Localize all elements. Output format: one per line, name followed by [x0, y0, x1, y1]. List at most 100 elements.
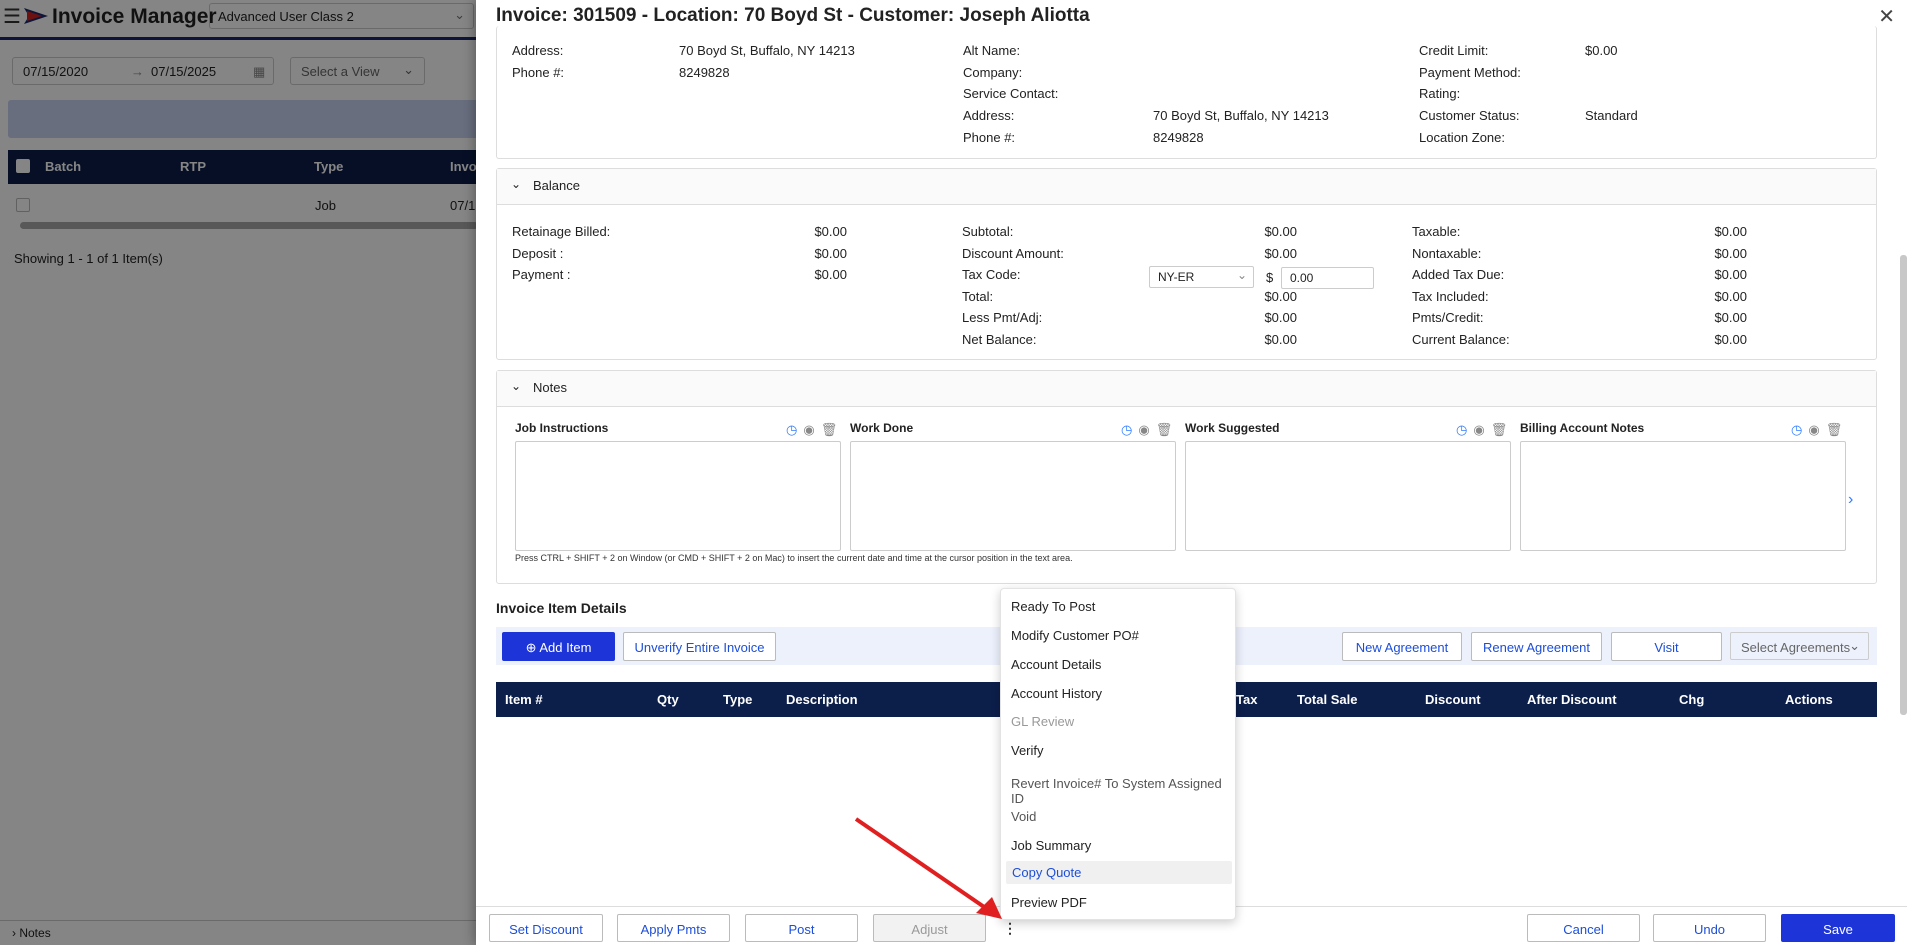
history-icon[interactable]: ◷	[1456, 422, 1467, 437]
tax-code-value: NY-ER	[1158, 270, 1195, 284]
billing-notes-textarea[interactable]	[1520, 441, 1846, 551]
taxable-value: $0.00	[1714, 224, 1747, 239]
chevron-right-icon[interactable]: ›	[1848, 491, 1853, 509]
unverify-button[interactable]: Unverify Entire Invoice	[623, 632, 776, 661]
close-icon[interactable]: ✕	[1878, 4, 1895, 29]
save-button[interactable]: Save	[1781, 914, 1895, 942]
apply-pmts-button[interactable]: Apply Pmts	[617, 914, 730, 942]
col-item-number: Item #	[505, 692, 543, 707]
tax-amount-input[interactable]: 0.00	[1281, 267, 1374, 289]
undo-button[interactable]: Undo	[1653, 914, 1766, 942]
work-suggested-textarea[interactable]	[1185, 441, 1511, 551]
history-icon[interactable]: ◷	[1121, 422, 1132, 437]
location-phone-label: Phone #:	[512, 65, 565, 80]
customer-status-label: Customer Status:	[1419, 108, 1520, 123]
menu-verify[interactable]: Verify	[1011, 743, 1044, 758]
pmts-credit-label: Pmts/Credit:	[1412, 310, 1484, 325]
payment-method-label: Payment Method:	[1419, 65, 1521, 80]
payment-value: $0.00	[814, 267, 847, 282]
company-label: Company:	[963, 65, 1023, 80]
tax-code-select[interactable]: NY-ER ⌄	[1149, 266, 1254, 288]
menu-preview-pdf[interactable]: Preview PDF	[1011, 895, 1087, 910]
current-balance-value: $0.00	[1714, 332, 1747, 347]
payment-label: Payment :	[512, 267, 571, 282]
added-tax-label: Added Tax Due:	[1412, 267, 1505, 282]
retainage-value: $0.00	[814, 224, 847, 239]
less-pmt-value: $0.00	[1264, 310, 1297, 325]
alt-name-label: Alt Name:	[963, 43, 1021, 58]
job-instructions-icons: ◷ ◉ 🗑	[786, 422, 843, 438]
trash-icon[interactable]: 🗑	[821, 422, 838, 437]
col-description: Description	[786, 692, 858, 707]
nontaxable-value: $0.00	[1714, 246, 1747, 261]
panel-title: Invoice: 301509 - Location: 70 Boyd St -…	[496, 5, 1090, 26]
taxable-label: Taxable:	[1412, 224, 1461, 239]
total-label: Total:	[962, 289, 994, 304]
tax-included-value: $0.00	[1714, 289, 1747, 304]
new-agreement-button[interactable]: New Agreement	[1342, 632, 1462, 661]
col-actions: Actions	[1785, 692, 1833, 707]
billing-notes-label: Billing Account Notes	[1520, 421, 1645, 435]
work-done-icons: ◷ ◉ 🗑	[1121, 422, 1178, 438]
add-item-button[interactable]: ⊕ Add Item	[502, 632, 615, 661]
credit-limit-label: Credit Limit:	[1419, 43, 1489, 58]
customer-phone-label: Phone #:	[963, 130, 1016, 145]
tax-currency: $	[1266, 270, 1274, 285]
renew-agreement-button[interactable]: Renew Agreement	[1471, 632, 1602, 661]
menu-void[interactable]: Void	[1011, 809, 1036, 824]
work-suggested-icons: ◷ ◉ 🗑	[1456, 422, 1513, 438]
balance-title: Balance	[533, 178, 580, 193]
work-done-label: Work Done	[850, 421, 914, 435]
credit-limit-value: $0.00	[1585, 43, 1618, 58]
menu-account-details[interactable]: Account Details	[1011, 657, 1101, 672]
col-total-sale: Total Sale	[1297, 692, 1358, 707]
subtotal-label: Subtotal:	[962, 224, 1014, 239]
more-options-menu: Ready To Post Modify Customer PO# Accoun…	[1000, 588, 1236, 920]
net-balance-label: Net Balance:	[962, 332, 1037, 347]
menu-modify-po[interactable]: Modify Customer PO#	[1011, 628, 1139, 643]
history-icon[interactable]: ◷	[786, 422, 797, 437]
menu-account-history[interactable]: Account History	[1011, 686, 1102, 701]
chevron-down-icon: ⌄	[511, 177, 522, 191]
notes-hint: Press CTRL + SHIFT + 2 on Window (or CMD…	[515, 553, 1073, 563]
job-instructions-label: Job Instructions	[515, 421, 609, 435]
discount-amount-value: $0.00	[1264, 246, 1297, 261]
cancel-button[interactable]: Cancel	[1527, 914, 1640, 942]
trash-icon[interactable]: 🗑	[1491, 422, 1508, 437]
tax-included-label: Tax Included:	[1412, 289, 1489, 304]
menu-job-summary[interactable]: Job Summary	[1011, 838, 1091, 853]
customer-phone-value: 8249828	[1153, 130, 1204, 145]
location-phone-value: 8249828	[679, 65, 730, 80]
trash-icon[interactable]: 🗑	[1156, 422, 1173, 437]
post-button[interactable]: Post	[745, 914, 858, 942]
notes-header[interactable]: ⌄ Notes	[497, 371, 1876, 407]
visit-button[interactable]: Visit	[1611, 632, 1722, 661]
current-balance-label: Current Balance:	[1412, 332, 1510, 347]
notes-title: Notes	[533, 380, 567, 395]
more-options-icon[interactable]: ⋮	[1003, 920, 1017, 937]
add-item-label: Add Item	[539, 640, 592, 655]
trash-icon[interactable]: 🗑	[1826, 422, 1843, 437]
less-pmt-label: Less Pmt/Adj:	[962, 310, 1043, 325]
eye-icon[interactable]: ◉	[1138, 422, 1149, 437]
menu-gl-review[interactable]: GL Review	[1011, 714, 1074, 729]
set-discount-button[interactable]: Set Discount	[489, 914, 603, 942]
chevron-down-icon: ⌄	[511, 379, 522, 393]
menu-copy-quote[interactable]: Copy Quote	[1006, 861, 1232, 884]
balance-header[interactable]: ⌄ Balance	[497, 169, 1876, 205]
menu-ready-to-post[interactable]: Ready To Post	[1011, 599, 1095, 614]
eye-icon[interactable]: ◉	[1808, 422, 1819, 437]
eye-icon[interactable]: ◉	[1473, 422, 1484, 437]
history-icon[interactable]: ◷	[1791, 422, 1802, 437]
job-instructions-textarea[interactable]	[515, 441, 841, 551]
menu-revert-invoice[interactable]: Revert Invoice# To System Assigned ID	[1011, 776, 1235, 806]
modal-overlay[interactable]	[0, 0, 476, 945]
agreements-select[interactable]: Select Agreements ⌄	[1730, 632, 1869, 660]
work-done-textarea[interactable]	[850, 441, 1176, 551]
deposit-value: $0.00	[814, 246, 847, 261]
adjust-button[interactable]: Adjust	[873, 914, 986, 942]
deposit-label: Deposit :	[512, 246, 564, 261]
vertical-scrollbar[interactable]	[1900, 255, 1907, 715]
eye-icon[interactable]: ◉	[803, 422, 814, 437]
added-tax-value: $0.00	[1714, 267, 1747, 282]
